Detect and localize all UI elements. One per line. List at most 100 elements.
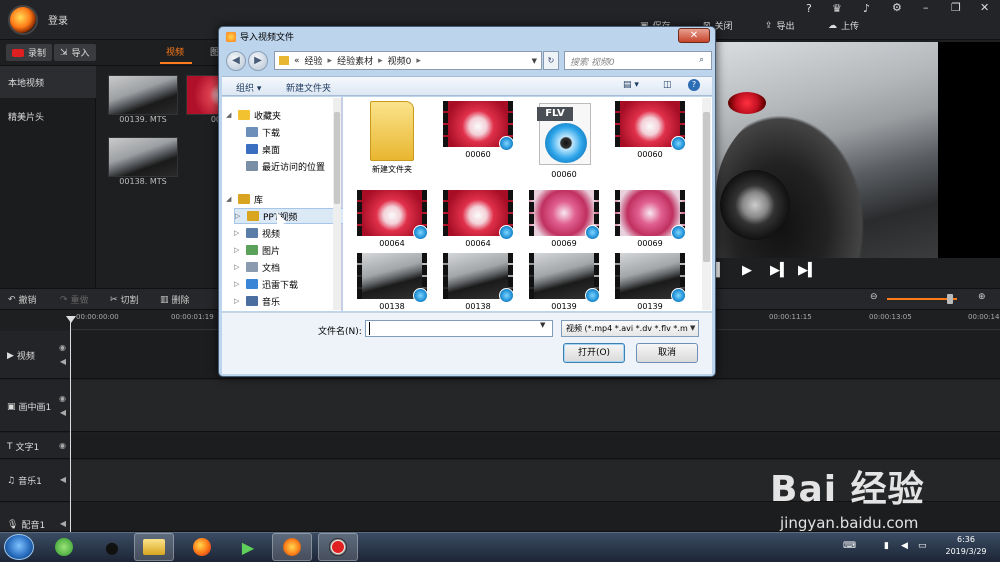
next-frame-icon[interactable]: ▶▍ (770, 263, 790, 278)
forward-button[interactable]: ▶ (248, 51, 268, 71)
nav-scrollbar-thumb[interactable] (334, 112, 340, 204)
taskbar-player[interactable]: ▶ (228, 533, 268, 561)
text-track[interactable] (70, 433, 1000, 459)
skip-end-icon[interactable]: ▶▍ (798, 263, 818, 278)
bell-icon[interactable]: ♪ (863, 2, 870, 15)
redo-button[interactable]: ↷ 重做 (60, 293, 89, 307)
file-item[interactable]: FLV 00060 (522, 101, 606, 179)
expand-arrow-icon[interactable]: ▷ (234, 297, 242, 305)
nav-item[interactable]: ▷ PPT视频 (234, 208, 344, 224)
speaker-icon[interactable]: ◀ (60, 475, 66, 484)
media-item[interactable]: 0006 (186, 75, 219, 124)
speaker-icon[interactable]: ◀ (60, 408, 66, 417)
eye-icon[interactable]: ◉ (59, 441, 66, 450)
help-icon[interactable]: ? (688, 79, 700, 91)
window-close-icon[interactable]: ✕ (980, 1, 989, 14)
expand-arrow-icon[interactable]: ▷ (234, 263, 242, 271)
media-item[interactable]: 00138. MTS (108, 137, 178, 186)
nav-item[interactable]: ▷ 图片 (234, 242, 344, 258)
login-link[interactable]: 登录 (48, 12, 68, 27)
record-button[interactable]: 录制 (6, 44, 53, 61)
nav-item[interactable]: ▷ 视频 (234, 225, 344, 241)
nav-item[interactable]: 下载 (234, 124, 344, 140)
undo-button[interactable]: ↶ 撤销 (8, 293, 37, 307)
pip-track[interactable] (70, 380, 1000, 432)
track-header-music[interactable]: ♫ 音乐1 ◀ (0, 460, 70, 502)
minimize-icon[interactable]: – (923, 1, 929, 14)
category-local-video[interactable]: 本地视频 (0, 66, 96, 98)
address-bar[interactable]: « 经验 ▸ 经验素材 ▸ 视频0 ▸ ▼ (274, 51, 542, 70)
collapse-arrow-icon[interactable]: ◢ (226, 111, 234, 119)
nav-item[interactable]: 桌面 (234, 141, 344, 157)
filename-dropdown-icon[interactable]: ▼ (540, 321, 545, 329)
maximize-icon[interactable]: ❐ (951, 1, 961, 14)
expand-arrow-icon[interactable]: ▷ (234, 280, 242, 288)
export-button[interactable]: ⇪ 导出 (765, 19, 795, 33)
search-icon[interactable]: ⌕ (699, 55, 704, 65)
media-item[interactable]: 00139. MTS (108, 75, 178, 124)
playhead-handle[interactable] (66, 316, 76, 323)
nav-item[interactable]: ◢ 库 (226, 191, 336, 207)
preview-pane-icon[interactable]: ◫ (663, 80, 672, 90)
eye-icon[interactable]: ◉ (59, 394, 66, 403)
speaker-icon[interactable]: ◀ (60, 519, 66, 528)
search-input[interactable]: 搜索 视频0 (564, 51, 712, 70)
expand-arrow-icon[interactable]: ▷ (234, 246, 242, 254)
taskbar-qq[interactable]: ● (92, 533, 132, 561)
prev-frame-icon[interactable]: ▍ (716, 263, 726, 278)
address-dropdown-icon[interactable]: ▼ (532, 57, 537, 65)
nav-item[interactable]: ◢ 收藏夹 (226, 107, 336, 123)
file-item[interactable]: 00060 (436, 101, 520, 159)
file-item[interactable]: 00138 (436, 253, 520, 311)
refresh-button[interactable]: ↻ (543, 51, 559, 70)
file-item[interactable]: 00064 (436, 190, 520, 248)
breadcrumb-overflow[interactable]: « (294, 56, 300, 66)
keyboard-tray-icon[interactable]: ⌨ (843, 541, 856, 551)
nav-item[interactable]: ▷ 迅雷下载 (234, 276, 344, 292)
track-header-pip[interactable]: ▣ 画中画1 ◉ ◀ (0, 380, 70, 432)
volume-tray-icon[interactable]: ◀ (901, 541, 908, 551)
vip-crown-icon[interactable]: ♛ (832, 2, 842, 15)
eye-icon[interactable]: ◉ (59, 343, 66, 352)
taskbar-firefox[interactable] (182, 533, 222, 561)
back-button[interactable]: ◀ (226, 51, 246, 71)
organize-button[interactable]: 组织 ▾ (236, 81, 261, 94)
zoom-out-icon[interactable]: ⊖ (870, 292, 878, 302)
file-item[interactable]: 00139 (608, 253, 692, 311)
file-item[interactable]: 00069 (522, 190, 606, 248)
track-header-voice[interactable]: 🎙 配音1 ◀ (0, 503, 70, 532)
delete-button[interactable]: ▥ 删除 (160, 293, 190, 307)
file-item[interactable]: 00139 (522, 253, 606, 311)
network-tray-icon[interactable]: ▭ (918, 541, 927, 551)
cut-button[interactable]: ✂ 切割 (110, 293, 139, 307)
expand-arrow-icon[interactable]: ▷ (235, 212, 243, 220)
category-fine-intro[interactable]: 精美片头 (0, 100, 96, 132)
taskbar-recorder[interactable] (318, 533, 358, 561)
new-folder-button[interactable]: 新建文件夹 (286, 81, 331, 94)
file-item[interactable]: 新建文件夹 (350, 101, 434, 175)
taskbar-explorer[interactable] (134, 533, 174, 561)
file-scrollbar-thumb[interactable] (703, 112, 710, 262)
file-item[interactable]: 00064 (350, 190, 434, 248)
track-header-text[interactable]: T 文字1 ◉ (0, 433, 70, 459)
open-button[interactable]: 打开(O) (563, 343, 625, 363)
play-icon[interactable]: ▶ (742, 263, 752, 278)
dialog-close-button[interactable]: ✕ (678, 28, 710, 43)
view-options-icon[interactable]: ▤ ▾ (623, 80, 639, 90)
import-button[interactable]: ⇲ 导入 (54, 44, 96, 61)
zoom-slider-handle[interactable] (947, 294, 953, 304)
file-type-select[interactable]: 视频 (*.mp4 *.avi *.dv *.flv *.m (561, 320, 699, 337)
file-item[interactable]: 00060 (608, 101, 692, 159)
help-icon[interactable]: ? (806, 2, 812, 15)
taskbar-video-editor[interactable] (272, 533, 312, 561)
speaker-icon[interactable]: ◀ (60, 357, 66, 366)
upload-button[interactable]: ☁ 上传 (828, 19, 859, 33)
taskbar-clock[interactable]: 6:36 2019/3/29 (936, 534, 996, 558)
gear-icon[interactable]: ⚙ (892, 1, 902, 14)
collapse-arrow-icon[interactable]: ◢ (226, 195, 234, 203)
filename-input[interactable] (365, 320, 553, 337)
breadcrumb-item[interactable]: 视频0 (388, 54, 412, 67)
breadcrumb-item[interactable]: 经验素材 (337, 54, 373, 67)
file-item[interactable]: 00138 (350, 253, 434, 311)
breadcrumb-item[interactable]: 经验 (305, 54, 323, 67)
